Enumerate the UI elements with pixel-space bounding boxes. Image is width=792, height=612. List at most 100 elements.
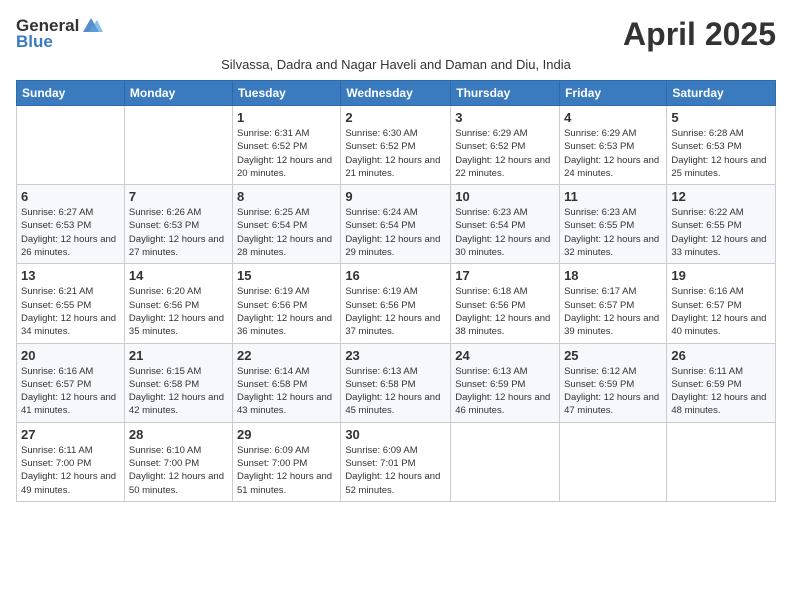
day-number: 1 bbox=[237, 110, 336, 125]
day-info: Sunrise: 6:30 AMSunset: 6:52 PMDaylight:… bbox=[345, 127, 446, 180]
day-info: Sunrise: 6:29 AMSunset: 6:52 PMDaylight:… bbox=[455, 127, 555, 180]
day-number: 20 bbox=[21, 348, 120, 363]
header-day-sunday: Sunday bbox=[17, 81, 125, 106]
day-info: Sunrise: 6:22 AMSunset: 6:55 PMDaylight:… bbox=[671, 206, 771, 259]
calendar-cell: 24 Sunrise: 6:13 AMSunset: 6:59 PMDayligh… bbox=[451, 343, 560, 422]
calendar-header-row: SundayMondayTuesdayWednesdayThursdayFrid… bbox=[17, 81, 776, 106]
day-info: Sunrise: 6:09 AMSunset: 7:00 PMDaylight:… bbox=[237, 444, 336, 497]
calendar-cell bbox=[17, 106, 125, 185]
calendar-cell: 23 Sunrise: 6:13 AMSunset: 6:58 PMDayligh… bbox=[341, 343, 451, 422]
calendar-cell: 3 Sunrise: 6:29 AMSunset: 6:52 PMDaylight… bbox=[451, 106, 560, 185]
calendar-cell: 5Sunrise: 6:28 AMSunset: 6:53 PMDaylight… bbox=[667, 106, 776, 185]
month-title: April 2025 bbox=[623, 16, 776, 53]
day-info: Sunrise: 6:26 AMSunset: 6:53 PMDaylight:… bbox=[129, 206, 228, 259]
day-info: Sunrise: 6:21 AMSunset: 6:55 PMDaylight:… bbox=[21, 285, 120, 338]
day-number: 6 bbox=[21, 189, 120, 204]
day-number: 30 bbox=[345, 427, 446, 442]
calendar-week-row: 13 Sunrise: 6:21 AMSunset: 6:55 PMDayligh… bbox=[17, 264, 776, 343]
day-info: Sunrise: 6:11 AMSunset: 6:59 PMDaylight:… bbox=[671, 365, 771, 418]
calendar-cell: 11 Sunrise: 6:23 AMSunset: 6:55 PMDayligh… bbox=[560, 185, 667, 264]
calendar-cell: 20Sunrise: 6:16 AMSunset: 6:57 PMDayligh… bbox=[17, 343, 125, 422]
day-number: 10 bbox=[455, 189, 555, 204]
day-info: Sunrise: 6:13 AMSunset: 6:58 PMDaylight:… bbox=[345, 365, 446, 418]
day-number: 4 bbox=[564, 110, 662, 125]
day-number: 14 bbox=[129, 268, 228, 283]
calendar-cell: 25 Sunrise: 6:12 AMSunset: 6:59 PMDayligh… bbox=[560, 343, 667, 422]
calendar-cell: 21 Sunrise: 6:15 AMSunset: 6:58 PMDayligh… bbox=[124, 343, 232, 422]
calendar-cell: 4Sunrise: 6:29 AMSunset: 6:53 PMDaylight… bbox=[560, 106, 667, 185]
header-day-tuesday: Tuesday bbox=[233, 81, 341, 106]
calendar-cell bbox=[451, 422, 560, 501]
day-number: 25 bbox=[564, 348, 662, 363]
day-info: Sunrise: 6:20 AMSunset: 6:56 PMDaylight:… bbox=[129, 285, 228, 338]
header-day-wednesday: Wednesday bbox=[341, 81, 451, 106]
page-header: General Blue April 2025 bbox=[16, 16, 776, 53]
day-info: Sunrise: 6:15 AMSunset: 6:58 PMDaylight:… bbox=[129, 365, 228, 418]
calendar-subtitle: Silvassa, Dadra and Nagar Haveli and Dam… bbox=[16, 57, 776, 72]
day-info: Sunrise: 6:31 AMSunset: 6:52 PMDaylight:… bbox=[237, 127, 336, 180]
day-number: 5 bbox=[671, 110, 771, 125]
header-day-saturday: Saturday bbox=[667, 81, 776, 106]
day-info: Sunrise: 6:18 AMSunset: 6:56 PMDaylight:… bbox=[455, 285, 555, 338]
day-info: Sunrise: 6:11 AMSunset: 7:00 PMDaylight:… bbox=[21, 444, 120, 497]
calendar-cell: 12Sunrise: 6:22 AMSunset: 6:55 PMDayligh… bbox=[667, 185, 776, 264]
calendar-cell bbox=[667, 422, 776, 501]
day-info: Sunrise: 6:19 AMSunset: 6:56 PMDaylight:… bbox=[345, 285, 446, 338]
header-day-monday: Monday bbox=[124, 81, 232, 106]
day-number: 8 bbox=[237, 189, 336, 204]
day-number: 27 bbox=[21, 427, 120, 442]
day-number: 16 bbox=[345, 268, 446, 283]
day-info: Sunrise: 6:13 AMSunset: 6:59 PMDaylight:… bbox=[455, 365, 555, 418]
calendar-cell: 28 Sunrise: 6:10 AMSunset: 7:00 PMDayligh… bbox=[124, 422, 232, 501]
calendar-cell: 18Sunrise: 6:17 AMSunset: 6:57 PMDayligh… bbox=[560, 264, 667, 343]
day-number: 2 bbox=[345, 110, 446, 125]
calendar-table: SundayMondayTuesdayWednesdayThursdayFrid… bbox=[16, 80, 776, 502]
day-number: 28 bbox=[129, 427, 228, 442]
calendar-cell: 30 Sunrise: 6:09 AMSunset: 7:01 PMDayligh… bbox=[341, 422, 451, 501]
calendar-cell: 17 Sunrise: 6:18 AMSunset: 6:56 PMDayligh… bbox=[451, 264, 560, 343]
calendar-cell: 14 Sunrise: 6:20 AMSunset: 6:56 PMDayligh… bbox=[124, 264, 232, 343]
day-info: Sunrise: 6:10 AMSunset: 7:00 PMDaylight:… bbox=[129, 444, 228, 497]
calendar-cell: 26Sunrise: 6:11 AMSunset: 6:59 PMDayligh… bbox=[667, 343, 776, 422]
day-number: 23 bbox=[345, 348, 446, 363]
day-info: Sunrise: 6:09 AMSunset: 7:01 PMDaylight:… bbox=[345, 444, 446, 497]
day-number: 21 bbox=[129, 348, 228, 363]
day-number: 9 bbox=[345, 189, 446, 204]
calendar-body: 1 Sunrise: 6:31 AMSunset: 6:52 PMDaylight… bbox=[17, 106, 776, 502]
day-number: 24 bbox=[455, 348, 555, 363]
header-day-friday: Friday bbox=[560, 81, 667, 106]
calendar-cell: 19Sunrise: 6:16 AMSunset: 6:57 PMDayligh… bbox=[667, 264, 776, 343]
day-number: 22 bbox=[237, 348, 336, 363]
calendar-cell: 22 Sunrise: 6:14 AMSunset: 6:58 PMDayligh… bbox=[233, 343, 341, 422]
calendar-week-row: 27 Sunrise: 6:11 AMSunset: 7:00 PMDayligh… bbox=[17, 422, 776, 501]
calendar-cell: 9 Sunrise: 6:24 AMSunset: 6:54 PMDaylight… bbox=[341, 185, 451, 264]
day-number: 15 bbox=[237, 268, 336, 283]
day-info: Sunrise: 6:12 AMSunset: 6:59 PMDaylight:… bbox=[564, 365, 662, 418]
calendar-week-row: 1 Sunrise: 6:31 AMSunset: 6:52 PMDaylight… bbox=[17, 106, 776, 185]
day-info: Sunrise: 6:25 AMSunset: 6:54 PMDaylight:… bbox=[237, 206, 336, 259]
day-info: Sunrise: 6:14 AMSunset: 6:58 PMDaylight:… bbox=[237, 365, 336, 418]
calendar-cell: 10 Sunrise: 6:23 AMSunset: 6:54 PMDayligh… bbox=[451, 185, 560, 264]
day-number: 11 bbox=[564, 189, 662, 204]
calendar-cell bbox=[124, 106, 232, 185]
day-info: Sunrise: 6:16 AMSunset: 6:57 PMDaylight:… bbox=[671, 285, 771, 338]
day-info: Sunrise: 6:23 AMSunset: 6:55 PMDaylight:… bbox=[564, 206, 662, 259]
calendar-cell: 1 Sunrise: 6:31 AMSunset: 6:52 PMDaylight… bbox=[233, 106, 341, 185]
day-info: Sunrise: 6:24 AMSunset: 6:54 PMDaylight:… bbox=[345, 206, 446, 259]
day-number: 29 bbox=[237, 427, 336, 442]
calendar-cell: 16 Sunrise: 6:19 AMSunset: 6:56 PMDayligh… bbox=[341, 264, 451, 343]
day-info: Sunrise: 6:27 AMSunset: 6:53 PMDaylight:… bbox=[21, 206, 120, 259]
day-info: Sunrise: 6:23 AMSunset: 6:54 PMDaylight:… bbox=[455, 206, 555, 259]
day-info: Sunrise: 6:19 AMSunset: 6:56 PMDaylight:… bbox=[237, 285, 336, 338]
day-number: 13 bbox=[21, 268, 120, 283]
logo-blue: Blue bbox=[16, 32, 103, 52]
calendar-cell: 13 Sunrise: 6:21 AMSunset: 6:55 PMDayligh… bbox=[17, 264, 125, 343]
calendar-cell: 6 Sunrise: 6:27 AMSunset: 6:53 PMDaylight… bbox=[17, 185, 125, 264]
day-info: Sunrise: 6:17 AMSunset: 6:57 PMDaylight:… bbox=[564, 285, 662, 338]
day-number: 3 bbox=[455, 110, 555, 125]
calendar-week-row: 6 Sunrise: 6:27 AMSunset: 6:53 PMDaylight… bbox=[17, 185, 776, 264]
day-number: 17 bbox=[455, 268, 555, 283]
calendar-cell: 27 Sunrise: 6:11 AMSunset: 7:00 PMDayligh… bbox=[17, 422, 125, 501]
calendar-cell: 2 Sunrise: 6:30 AMSunset: 6:52 PMDaylight… bbox=[341, 106, 451, 185]
day-number: 7 bbox=[129, 189, 228, 204]
